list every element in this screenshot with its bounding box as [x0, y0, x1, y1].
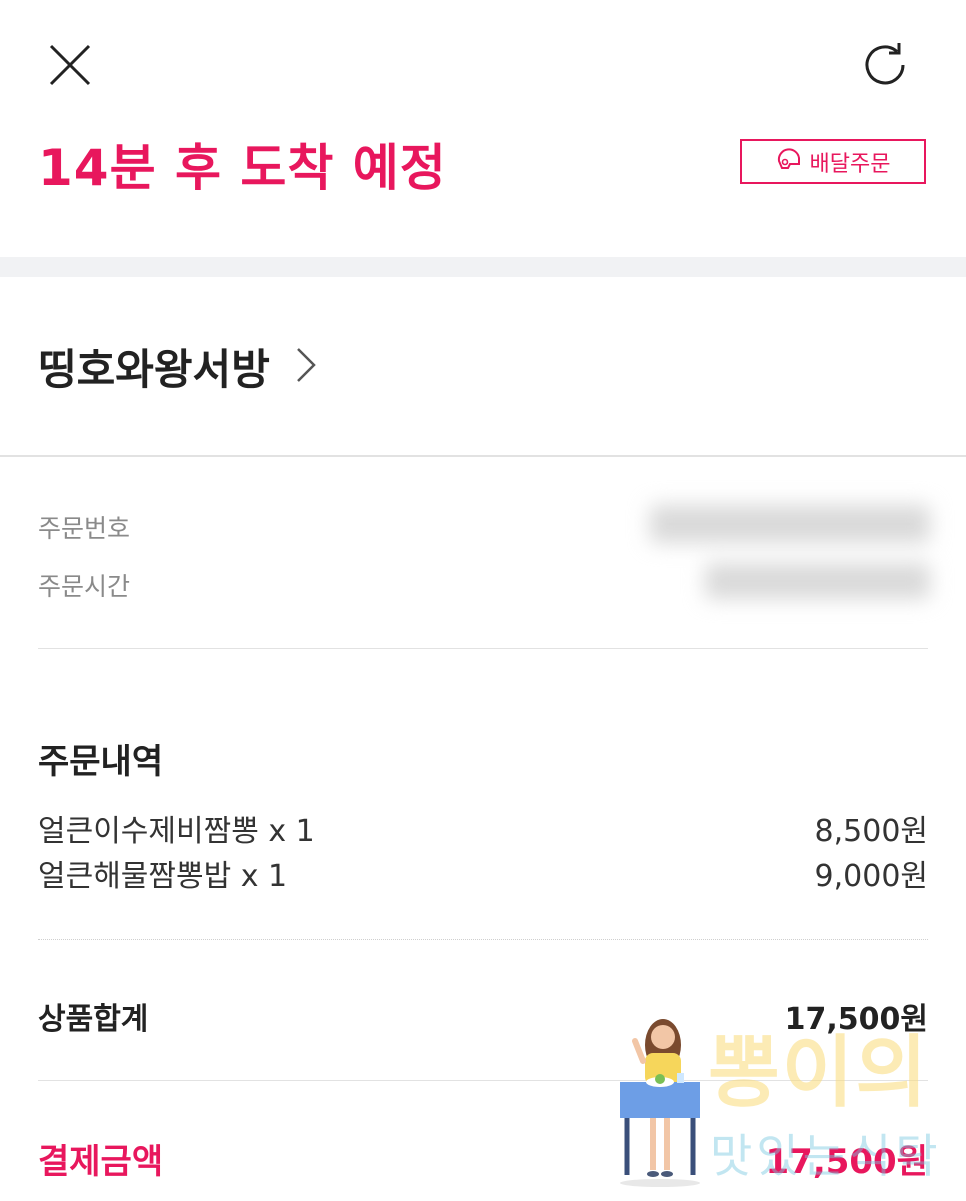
item-price: 9,000원: [814, 859, 928, 894]
order-type-label: 배달주문: [809, 151, 891, 177]
helmet-icon: [776, 146, 802, 178]
section-divider: [0, 257, 966, 277]
order-number-value-redacted: [650, 505, 930, 543]
store-link[interactable]: 띵호와왕서방: [38, 336, 318, 397]
eta-title: 14분 후 도착 예정: [38, 139, 447, 197]
order-time-label: 주문시간: [38, 572, 131, 601]
item-name: 얼큰이수제비짬뽕 x 1: [38, 814, 315, 849]
divider: [38, 648, 928, 649]
order-number-label: 주문번호: [38, 514, 131, 543]
item-name: 얼큰해물짬뽕밥 x 1: [38, 859, 288, 894]
watermark-illustration: [620, 1019, 700, 1187]
order-item: 얼큰해물짬뽕밥 x 1 9,000원: [38, 851, 928, 895]
store-name: 띵호와왕서방: [38, 345, 270, 394]
chevron-right-icon: [294, 345, 318, 389]
order-type-badge: 배달주문: [740, 139, 926, 184]
item-price: 8,500원: [814, 814, 928, 849]
divider: [0, 455, 966, 457]
order-details-title: 주문내역: [38, 742, 164, 782]
dotted-divider: [38, 939, 928, 940]
payment-label: 결제금액: [38, 1142, 164, 1182]
order-item: 얼큰이수제비짬뽕 x 1 8,500원: [38, 806, 928, 850]
refresh-icon[interactable]: [855, 35, 915, 95]
order-time-value-redacted: [705, 563, 930, 599]
top-bar: [0, 0, 966, 130]
close-icon[interactable]: [40, 35, 100, 95]
subtotal-label: 상품합계: [38, 1002, 149, 1037]
